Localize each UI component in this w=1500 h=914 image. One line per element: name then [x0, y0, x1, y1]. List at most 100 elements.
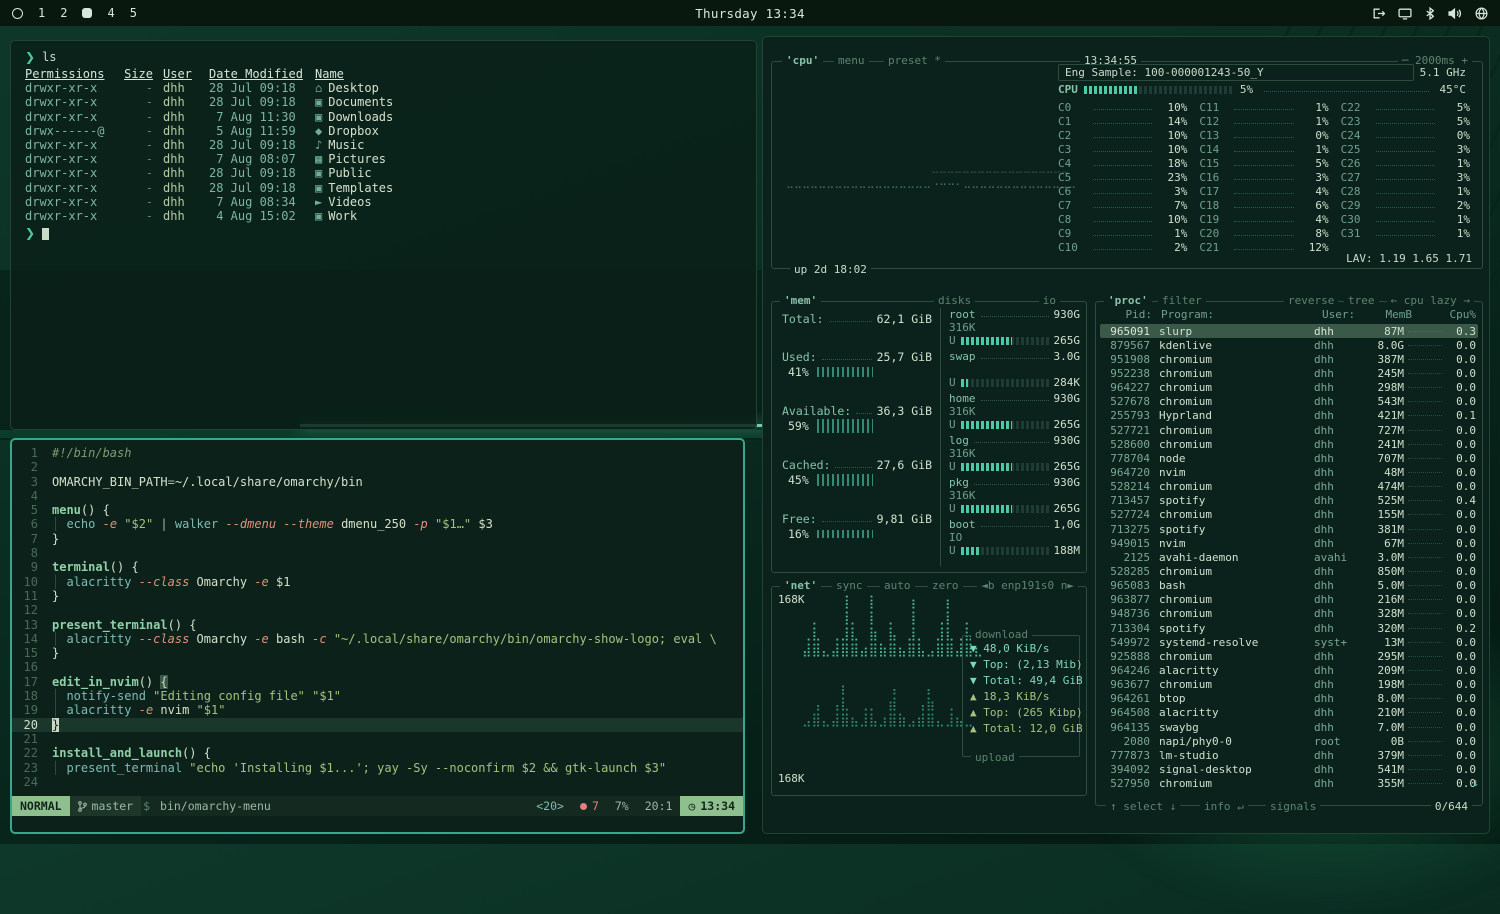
workspace-circle-icon[interactable]: [12, 8, 23, 19]
info-hint[interactable]: info ↵: [1200, 800, 1248, 813]
command-line[interactable]: [12, 816, 743, 832]
io-toggle[interactable]: io: [1039, 294, 1060, 307]
screenshare-icon[interactable]: [1398, 7, 1412, 20]
code-line[interactable]: 23│ present_terminal "echo 'Installing $…: [12, 761, 743, 775]
process-row[interactable]: 527950chromiumdhh355M0.0: [1100, 777, 1478, 791]
code-line[interactable]: 14│ alacritty --class Omarchy -e bash -c…: [12, 632, 743, 646]
workspace-active-icon[interactable]: [82, 8, 92, 18]
cpu-panel-title[interactable]: 'cpu': [782, 54, 823, 67]
code-line[interactable]: 12: [12, 603, 743, 617]
process-row[interactable]: 549972systemd-resolvesyst+13M0.0: [1100, 635, 1478, 649]
process-row[interactable]: 527678chromiumdhh543M0.0: [1100, 395, 1478, 409]
file-name[interactable]: ►Videos: [315, 195, 372, 209]
process-row[interactable]: 713304spotifydhh320M0.2: [1100, 621, 1478, 635]
process-row[interactable]: 713457spotifydhh525M0.4: [1100, 494, 1478, 508]
sort-selector[interactable]: ← cpu lazy →: [1387, 294, 1474, 307]
logout-icon[interactable]: [1372, 7, 1385, 20]
process-row[interactable]: 964135swaybgdhh7.0M0.0: [1100, 720, 1478, 734]
code-line[interactable]: 18│ notify-send "Editing config file" "$…: [12, 689, 743, 703]
code-line[interactable]: 3OMARCHY_BIN_PATH=~/.local/share/omarchy…: [12, 475, 743, 489]
file-name[interactable]: ▣Downloads: [315, 110, 393, 124]
code-line[interactable]: 13present_terminal() {: [12, 618, 743, 632]
process-row[interactable]: 778704nodedhh707M0.0: [1100, 451, 1478, 465]
process-row[interactable]: 2080napi/phy0-0root0B0.0: [1100, 734, 1478, 748]
preset-button[interactable]: preset *: [884, 54, 945, 67]
file-name[interactable]: ▣Work: [315, 209, 357, 223]
code-line[interactable]: 4: [12, 489, 743, 503]
file-name[interactable]: ⌂Desktop: [315, 81, 379, 95]
code-line[interactable]: 2: [12, 460, 743, 474]
zero-toggle[interactable]: zero: [928, 579, 963, 592]
workspace-2[interactable]: 2: [60, 6, 67, 20]
process-row[interactable]: 964508alacrittydhh210M0.0: [1100, 706, 1478, 720]
auto-toggle[interactable]: auto: [880, 579, 915, 592]
code-buffer[interactable]: 1#!/bin/bash23OMARCHY_BIN_PATH=~/.local/…: [12, 440, 743, 789]
process-row[interactable]: 949015nvimdhh67M0.0: [1100, 536, 1478, 550]
code-line[interactable]: 9terminal() {: [12, 560, 743, 574]
process-row[interactable]: 964261btopdhh8.0M0.0: [1100, 692, 1478, 706]
workspace-4[interactable]: 4: [107, 6, 114, 20]
code-line[interactable]: 15}: [12, 646, 743, 660]
code-line[interactable]: 21: [12, 732, 743, 746]
process-row[interactable]: 2125avahi-daemonavahi3.0M0.0: [1100, 550, 1478, 564]
terminal-window-files[interactable]: ❯ ls Permissions Size User Date Modified…: [10, 40, 757, 430]
btop-window[interactable]: 'cpu' menu preset * 13:34:55 ─ 2000ms + …: [762, 36, 1490, 834]
code-line[interactable]: 11}: [12, 589, 743, 603]
process-row[interactable]: 965091slurpdhh87M0.3: [1100, 324, 1478, 338]
process-row[interactable]: 394092signal-desktopdhh541M0.0: [1100, 762, 1478, 776]
process-row[interactable]: 964720nvimdhh48M0.0: [1100, 465, 1478, 479]
process-row[interactable]: 255793Hyprlanddhh421M0.1: [1100, 409, 1478, 423]
editor-window[interactable]: 1#!/bin/bash23OMARCHY_BIN_PATH=~/.local/…: [10, 438, 745, 834]
code-line[interactable]: 10│ alacritty --class Omarchy -e $1: [12, 575, 743, 589]
process-row[interactable]: 527721chromiumdhh727M0.0: [1100, 423, 1478, 437]
process-row[interactable]: 963877chromiumdhh216M0.0: [1100, 593, 1478, 607]
process-row[interactable]: 528285chromiumdhh850M0.0: [1100, 564, 1478, 578]
proc-panel-title[interactable]: 'proc': [1104, 294, 1152, 307]
mem-panel-title[interactable]: 'mem': [780, 294, 821, 307]
code-line[interactable]: 1#!/bin/bash: [12, 446, 743, 460]
interface-selector[interactable]: ◄b enp191s0 n►: [977, 579, 1078, 592]
header-memb[interactable]: MemB: [1366, 308, 1412, 321]
header-pid[interactable]: Pid:: [1102, 308, 1152, 321]
header-program[interactable]: Program:: [1152, 308, 1322, 321]
scroll-down-indicator[interactable]: ↓: [1472, 776, 1479, 789]
code-line[interactable]: 7}: [12, 532, 743, 546]
process-row[interactable]: 879567kdenlivedhh8.0G0.0: [1100, 338, 1478, 352]
menu-button[interactable]: menu: [834, 54, 869, 67]
process-row[interactable]: 528214chromiumdhh474M0.0: [1100, 480, 1478, 494]
header-cpu[interactable]: Cpu%: [1412, 308, 1476, 321]
process-row[interactable]: 965083bashdhh5.0M0.0: [1100, 579, 1478, 593]
file-name[interactable]: ▣Documents: [315, 95, 393, 109]
file-name[interactable]: ▣Public: [315, 166, 372, 180]
process-row[interactable]: 528600chromiumdhh241M0.0: [1100, 437, 1478, 451]
code-line[interactable]: 6│ echo -e "$2" | walker --dmenu --theme…: [12, 517, 743, 531]
process-row[interactable]: 948736chromiumdhh328M0.0: [1100, 607, 1478, 621]
process-row[interactable]: 952238chromiumdhh245M0.0: [1100, 366, 1478, 380]
filter-button[interactable]: filter: [1158, 294, 1206, 307]
process-row[interactable]: 951908chromiumdhh387M0.0: [1100, 352, 1478, 366]
net-panel-title[interactable]: 'net': [780, 579, 821, 592]
clock[interactable]: Thursday 13:34: [695, 6, 805, 21]
signals-hint[interactable]: signals: [1266, 800, 1320, 813]
network-globe-icon[interactable]: [1475, 7, 1488, 20]
code-line[interactable]: 20}: [12, 718, 743, 732]
volume-icon[interactable]: [1448, 7, 1462, 20]
disks-toggle[interactable]: disks: [934, 294, 975, 307]
select-hint[interactable]: ↑ select ↓: [1106, 800, 1180, 813]
process-row[interactable]: 925888chromiumdhh295M0.0: [1100, 649, 1478, 663]
code-line[interactable]: 8: [12, 546, 743, 560]
code-line[interactable]: 24: [12, 775, 743, 789]
file-name[interactable]: ◆Dropbox: [315, 124, 379, 138]
shell-prompt-line-empty[interactable]: ❯: [25, 226, 752, 241]
code-line[interactable]: 19│ alacritty -e nvim "$1": [12, 703, 743, 717]
workspace-1[interactable]: 1: [38, 6, 45, 20]
code-line[interactable]: 17edit_in_nvim() {: [12, 675, 743, 689]
code-line[interactable]: 22install_and_launch() {: [12, 746, 743, 760]
file-name[interactable]: ♪Music: [315, 138, 364, 152]
process-row[interactable]: 777873lm-studiodhh379M0.0: [1100, 748, 1478, 762]
reverse-button[interactable]: reverse: [1284, 294, 1338, 307]
code-line[interactable]: 16: [12, 660, 743, 674]
process-row[interactable]: 964246alacrittydhh209M0.0: [1100, 663, 1478, 677]
header-user[interactable]: User:: [1322, 308, 1366, 321]
process-row[interactable]: 527724chromiumdhh155M0.0: [1100, 508, 1478, 522]
